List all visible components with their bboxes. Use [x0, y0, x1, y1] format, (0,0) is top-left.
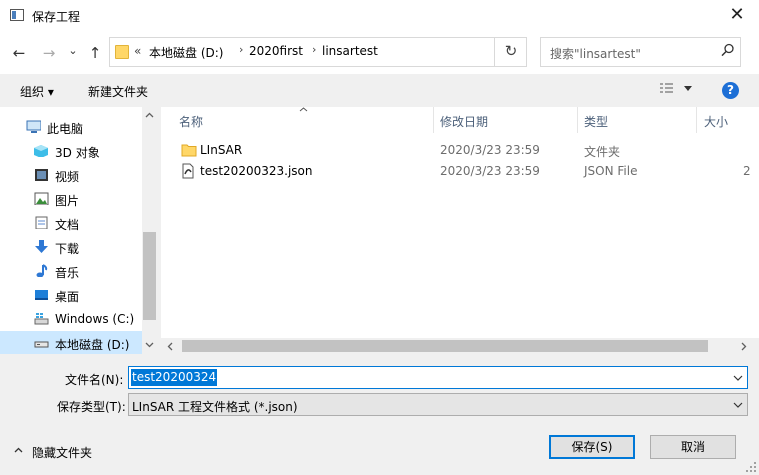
filename-input[interactable]: test20200324 — [131, 369, 218, 386]
sidebar-item-label: 下载 — [55, 242, 80, 256]
scroll-up-icon[interactable] — [145, 112, 154, 118]
file-type: 文件夹 — [584, 145, 621, 159]
breadcrumb-2020first[interactable]: 2020first — [249, 44, 303, 58]
documents-icon — [35, 216, 48, 229]
breadcrumb-linsartest[interactable]: linsartest — [322, 44, 378, 58]
drive-c-icon — [34, 313, 49, 325]
folder-icon — [181, 144, 197, 157]
address-bar[interactable]: « 本地磁盘 (D:) › 2020first › linsartest — [109, 37, 527, 67]
horizontal-scroll-thumb[interactable] — [182, 340, 708, 352]
sidebar-item-downloads[interactable]: 下载 — [0, 235, 142, 259]
sidebar-item-label: 文档 — [55, 218, 80, 232]
chevron-down-icon[interactable] — [733, 402, 743, 408]
search-icon[interactable] — [721, 43, 735, 57]
sidebar-item-label: 桌面 — [55, 290, 80, 304]
back-button[interactable]: ← — [9, 43, 29, 63]
filetype-value: LInSAR 工程文件格式 (*.json) — [132, 400, 298, 414]
scroll-down-icon[interactable] — [145, 342, 154, 348]
desktop-icon — [35, 290, 48, 300]
forward-button[interactable]: → — [39, 43, 59, 63]
sidebar-item-desktop[interactable]: 桌面 — [0, 283, 142, 307]
sidebar-item-music[interactable]: 音乐 — [0, 259, 142, 283]
scroll-left-icon[interactable] — [167, 342, 173, 351]
scroll-right-icon[interactable] — [741, 342, 747, 351]
close-button[interactable]: ✕ — [725, 4, 749, 28]
cancel-button[interactable]: 取消 — [650, 435, 736, 459]
toolbar: 组织 ▾ 新建文件夹 ? — [0, 74, 759, 107]
sidebar-item-drive-c[interactable]: Windows (C:) — [0, 307, 142, 331]
drive-d-icon — [34, 341, 49, 348]
sidebar-item-pictures[interactable]: 图片 — [0, 187, 142, 211]
sidebar-item-label: 音乐 — [55, 266, 80, 280]
filename-label: 文件名(N): — [65, 373, 124, 387]
file-type: JSON File — [584, 164, 638, 178]
column-divider[interactable] — [433, 107, 434, 133]
sidebar-item-3d-objects[interactable]: 3D 对象 — [0, 139, 142, 163]
music-icon — [36, 264, 48, 277]
sidebar-item-label: 图片 — [55, 194, 80, 208]
recent-locations-dropdown[interactable]: ⌄ — [63, 41, 83, 61]
json-file-icon — [182, 163, 194, 179]
pictures-icon — [34, 192, 49, 205]
breadcrumb-drive-d[interactable]: 本地磁盘 (D:) — [149, 44, 223, 61]
sidebar-item-label: 此电脑 — [47, 122, 84, 136]
sidebar-item-documents[interactable]: 文档 — [0, 211, 142, 235]
view-options-button[interactable] — [660, 82, 694, 96]
column-header-name[interactable]: 名称 — [179, 113, 203, 130]
chevron-down-icon[interactable] — [733, 375, 743, 381]
resize-grip-icon[interactable] — [745, 461, 757, 473]
3d-objects-icon — [34, 145, 48, 157]
file-date: 2020/3/23 23:59 — [440, 143, 540, 157]
breadcrumb-separator[interactable]: › — [312, 43, 316, 56]
sidebar-item-label: 3D 对象 — [55, 146, 100, 160]
video-icon — [35, 169, 48, 181]
save-button[interactable]: 保存(S) — [549, 435, 635, 459]
column-divider[interactable] — [696, 107, 697, 133]
breadcrumb-separator[interactable]: › — [239, 43, 243, 56]
help-button[interactable]: ? — [722, 82, 739, 99]
sidebar-item-label: 视频 — [55, 170, 80, 184]
column-header-date[interactable]: 修改日期 — [440, 113, 488, 130]
column-header-size[interactable]: 大小 — [704, 113, 728, 130]
filetype-select[interactable]: LInSAR 工程文件格式 (*.json) — [128, 393, 748, 416]
breadcrumb-overflow[interactable]: « — [134, 44, 141, 58]
file-name: test20200323.json — [200, 164, 313, 178]
window-title: 保存工程 — [32, 10, 81, 24]
chevron-up-icon — [14, 447, 23, 453]
list-item[interactable]: test20200323.json 2020/3/23 23:59 JSON F… — [161, 161, 759, 183]
sidebar-item-label: 本地磁盘 (D:) — [55, 338, 130, 352]
hide-folders-label: 隐藏文件夹 — [32, 446, 93, 460]
computer-icon — [26, 120, 41, 133]
folder-icon — [115, 45, 129, 59]
filename-field[interactable]: test20200324 — [128, 366, 748, 389]
organize-menu[interactable]: 组织 ▾ — [20, 83, 54, 100]
column-header-type[interactable]: 类型 — [584, 113, 608, 130]
file-size: 2 — [743, 164, 751, 178]
app-icon — [10, 9, 24, 21]
new-folder-button[interactable]: 新建文件夹 — [88, 83, 148, 100]
search-input[interactable]: 搜索"linsartest" — [550, 45, 641, 62]
file-date: 2020/3/23 23:59 — [440, 164, 540, 178]
list-item[interactable]: LInSAR 2020/3/23 23:59 文件夹 — [161, 140, 759, 162]
sort-ascending-icon — [299, 107, 308, 112]
refresh-icon[interactable]: ↻ — [494, 37, 527, 67]
search-box[interactable]: 搜索"linsartest" — [540, 37, 741, 67]
sidebar-scroll-thumb[interactable] — [143, 232, 156, 320]
sidebar-item-videos[interactable]: 视频 — [0, 163, 142, 187]
up-button[interactable]: ↑ — [85, 43, 105, 63]
sidebar-item-this-pc[interactable]: 此电脑 — [0, 115, 142, 139]
title-bar: 保存工程 ✕ — [0, 0, 759, 32]
file-list: 名称 修改日期 类型 大小 LInSAR 2020/3/23 23:59 文件夹… — [161, 107, 759, 354]
sidebar-item-drive-d[interactable]: 本地磁盘 (D:) — [0, 331, 157, 354]
filetype-label: 保存类型(T): — [57, 400, 126, 414]
download-icon — [35, 240, 48, 253]
column-divider[interactable] — [577, 107, 578, 133]
file-name: LInSAR — [200, 143, 243, 157]
sidebar-item-label: Windows (C:) — [55, 312, 135, 326]
